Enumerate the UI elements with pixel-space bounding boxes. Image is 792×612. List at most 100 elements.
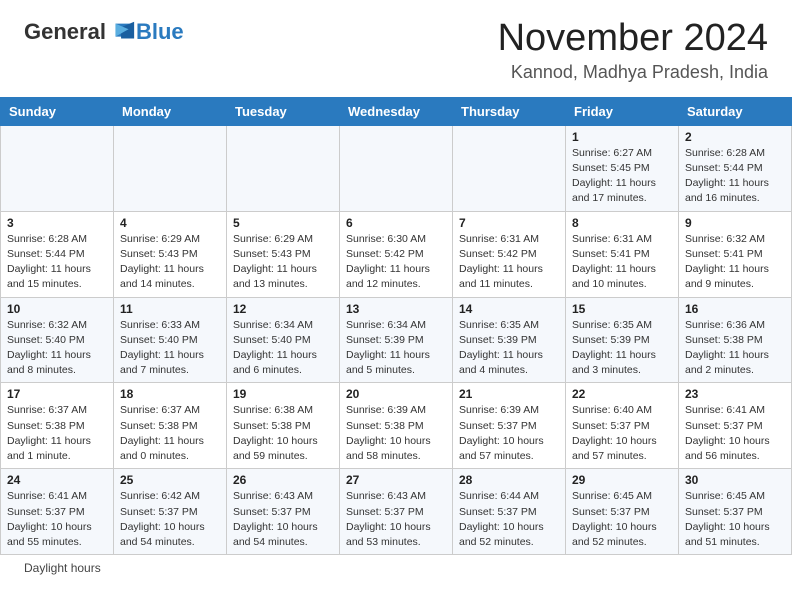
- calendar-cell: 17 Sunrise: 6:37 AM Sunset: 5:38 PM Dayli…: [1, 383, 114, 469]
- day-header-friday: Friday: [566, 97, 679, 125]
- day-number: 2: [685, 130, 785, 144]
- day-number: 13: [346, 302, 446, 316]
- header: General Blue November 2024 Kannod, Madhy…: [0, 0, 792, 93]
- day-info: Sunrise: 6:37 AM Sunset: 5:38 PM Dayligh…: [7, 403, 107, 464]
- day-number: 30: [685, 473, 785, 487]
- calendar-cell: 24 Sunrise: 6:41 AM Sunset: 5:37 PM Dayli…: [1, 469, 114, 555]
- day-number: 1: [572, 130, 672, 144]
- title-block: November 2024 Kannod, Madhya Pradesh, In…: [498, 18, 768, 83]
- calendar-cell: 20 Sunrise: 6:39 AM Sunset: 5:38 PM Dayli…: [340, 383, 453, 469]
- day-number: 21: [459, 387, 559, 401]
- day-info: Sunrise: 6:41 AM Sunset: 5:37 PM Dayligh…: [685, 403, 785, 464]
- calendar-cell: 10 Sunrise: 6:32 AM Sunset: 5:40 PM Dayli…: [1, 297, 114, 383]
- day-number: 16: [685, 302, 785, 316]
- header-row: SundayMondayTuesdayWednesdayThursdayFrid…: [1, 97, 792, 125]
- day-info: Sunrise: 6:41 AM Sunset: 5:37 PM Dayligh…: [7, 489, 107, 550]
- day-number: 24: [7, 473, 107, 487]
- calendar-cell: 18 Sunrise: 6:37 AM Sunset: 5:38 PM Dayli…: [114, 383, 227, 469]
- calendar-cell: 3Sunrise: 6:28 AM Sunset: 5:44 PM Daylig…: [1, 211, 114, 297]
- day-info: Sunrise: 6:28 AM Sunset: 5:44 PM Dayligh…: [7, 232, 107, 293]
- day-info: Sunrise: 6:45 AM Sunset: 5:37 PM Dayligh…: [572, 489, 672, 550]
- calendar-cell: 21 Sunrise: 6:39 AM Sunset: 5:37 PM Dayli…: [453, 383, 566, 469]
- calendar-cell: 19Sunrise: 6:38 AM Sunset: 5:38 PM Dayli…: [227, 383, 340, 469]
- day-info: Sunrise: 6:34 AM Sunset: 5:40 PM Dayligh…: [233, 318, 333, 379]
- calendar-cell: [114, 125, 227, 211]
- calendar-cell: 28Sunrise: 6:44 AM Sunset: 5:37 PM Dayli…: [453, 469, 566, 555]
- calendar-cell: 30 Sunrise: 6:45 AM Sunset: 5:37 PM Dayli…: [679, 469, 792, 555]
- logo: General Blue: [24, 18, 184, 46]
- day-info: Sunrise: 6:35 AM Sunset: 5:39 PM Dayligh…: [572, 318, 672, 379]
- week-row-3: 10 Sunrise: 6:32 AM Sunset: 5:40 PM Dayli…: [1, 297, 792, 383]
- day-info: Sunrise: 6:45 AM Sunset: 5:37 PM Dayligh…: [685, 489, 785, 550]
- calendar-cell: 29 Sunrise: 6:45 AM Sunset: 5:37 PM Dayli…: [566, 469, 679, 555]
- calendar-cell: 14Sunrise: 6:35 AM Sunset: 5:39 PM Dayli…: [453, 297, 566, 383]
- calendar-cell: 6 Sunrise: 6:30 AM Sunset: 5:42 PM Daylig…: [340, 211, 453, 297]
- calendar-cell: 7Sunrise: 6:31 AM Sunset: 5:42 PM Daylig…: [453, 211, 566, 297]
- day-number: 5: [233, 216, 333, 230]
- day-info: Sunrise: 6:42 AM Sunset: 5:37 PM Dayligh…: [120, 489, 220, 550]
- calendar-cell: 8 Sunrise: 6:31 AM Sunset: 5:41 PM Daylig…: [566, 211, 679, 297]
- day-info: Sunrise: 6:33 AM Sunset: 5:40 PM Dayligh…: [120, 318, 220, 379]
- calendar-cell: 26 Sunrise: 6:43 AM Sunset: 5:37 PM Dayli…: [227, 469, 340, 555]
- calendar-cell: 4 Sunrise: 6:29 AM Sunset: 5:43 PM Daylig…: [114, 211, 227, 297]
- subtitle: Kannod, Madhya Pradesh, India: [498, 62, 768, 83]
- day-number: 10: [7, 302, 107, 316]
- logo-blue: Blue: [136, 21, 184, 43]
- day-number: 7: [459, 216, 559, 230]
- day-header-sunday: Sunday: [1, 97, 114, 125]
- day-number: 18: [120, 387, 220, 401]
- calendar-cell: 22 Sunrise: 6:40 AM Sunset: 5:37 PM Dayli…: [566, 383, 679, 469]
- day-number: 25: [120, 473, 220, 487]
- week-row-2: 3Sunrise: 6:28 AM Sunset: 5:44 PM Daylig…: [1, 211, 792, 297]
- calendar-cell: [340, 125, 453, 211]
- day-info: Sunrise: 6:43 AM Sunset: 5:37 PM Dayligh…: [346, 489, 446, 550]
- calendar-cell: 27 Sunrise: 6:43 AM Sunset: 5:37 PM Dayli…: [340, 469, 453, 555]
- calendar-cell: 25 Sunrise: 6:42 AM Sunset: 5:37 PM Dayli…: [114, 469, 227, 555]
- day-header-thursday: Thursday: [453, 97, 566, 125]
- logo-general: General: [24, 21, 106, 43]
- calendar-cell: 1Sunrise: 6:27 AM Sunset: 5:45 PM Daylig…: [566, 125, 679, 211]
- calendar-cell: 9Sunrise: 6:32 AM Sunset: 5:41 PM Daylig…: [679, 211, 792, 297]
- day-number: 15: [572, 302, 672, 316]
- day-info: Sunrise: 6:30 AM Sunset: 5:42 PM Dayligh…: [346, 232, 446, 293]
- week-row-1: 1Sunrise: 6:27 AM Sunset: 5:45 PM Daylig…: [1, 125, 792, 211]
- day-number: 8: [572, 216, 672, 230]
- day-info: Sunrise: 6:29 AM Sunset: 5:43 PM Dayligh…: [120, 232, 220, 293]
- day-number: 12: [233, 302, 333, 316]
- week-row-4: 17 Sunrise: 6:37 AM Sunset: 5:38 PM Dayli…: [1, 383, 792, 469]
- day-number: 22: [572, 387, 672, 401]
- day-info: Sunrise: 6:40 AM Sunset: 5:37 PM Dayligh…: [572, 403, 672, 464]
- day-info: Sunrise: 6:29 AM Sunset: 5:43 PM Dayligh…: [233, 232, 333, 293]
- day-number: 4: [120, 216, 220, 230]
- day-info: Sunrise: 6:39 AM Sunset: 5:38 PM Dayligh…: [346, 403, 446, 464]
- day-number: 26: [233, 473, 333, 487]
- day-info: Sunrise: 6:36 AM Sunset: 5:38 PM Dayligh…: [685, 318, 785, 379]
- day-number: 20: [346, 387, 446, 401]
- calendar-cell: 15 Sunrise: 6:35 AM Sunset: 5:39 PM Dayli…: [566, 297, 679, 383]
- calendar-cell: [227, 125, 340, 211]
- day-number: 6: [346, 216, 446, 230]
- day-info: Sunrise: 6:39 AM Sunset: 5:37 PM Dayligh…: [459, 403, 559, 464]
- calendar-cell: [453, 125, 566, 211]
- day-number: 11: [120, 302, 220, 316]
- day-info: Sunrise: 6:31 AM Sunset: 5:41 PM Dayligh…: [572, 232, 672, 293]
- day-header-monday: Monday: [114, 97, 227, 125]
- day-number: 27: [346, 473, 446, 487]
- day-info: Sunrise: 6:34 AM Sunset: 5:39 PM Dayligh…: [346, 318, 446, 379]
- footer: Daylight hours: [0, 555, 792, 581]
- day-number: 17: [7, 387, 107, 401]
- day-header-wednesday: Wednesday: [340, 97, 453, 125]
- main-title: November 2024: [498, 18, 768, 60]
- calendar-cell: 5 Sunrise: 6:29 AM Sunset: 5:43 PM Daylig…: [227, 211, 340, 297]
- day-number: 28: [459, 473, 559, 487]
- calendar: SundayMondayTuesdayWednesdayThursdayFrid…: [0, 97, 792, 555]
- day-info: Sunrise: 6:32 AM Sunset: 5:40 PM Dayligh…: [7, 318, 107, 379]
- calendar-cell: 13 Sunrise: 6:34 AM Sunset: 5:39 PM Dayli…: [340, 297, 453, 383]
- day-info: Sunrise: 6:37 AM Sunset: 5:38 PM Dayligh…: [120, 403, 220, 464]
- day-info: Sunrise: 6:43 AM Sunset: 5:37 PM Dayligh…: [233, 489, 333, 550]
- calendar-cell: 11 Sunrise: 6:33 AM Sunset: 5:40 PM Dayli…: [114, 297, 227, 383]
- logo-icon: [108, 18, 136, 46]
- day-number: 29: [572, 473, 672, 487]
- calendar-cell: 16 Sunrise: 6:36 AM Sunset: 5:38 PM Dayli…: [679, 297, 792, 383]
- day-number: 23: [685, 387, 785, 401]
